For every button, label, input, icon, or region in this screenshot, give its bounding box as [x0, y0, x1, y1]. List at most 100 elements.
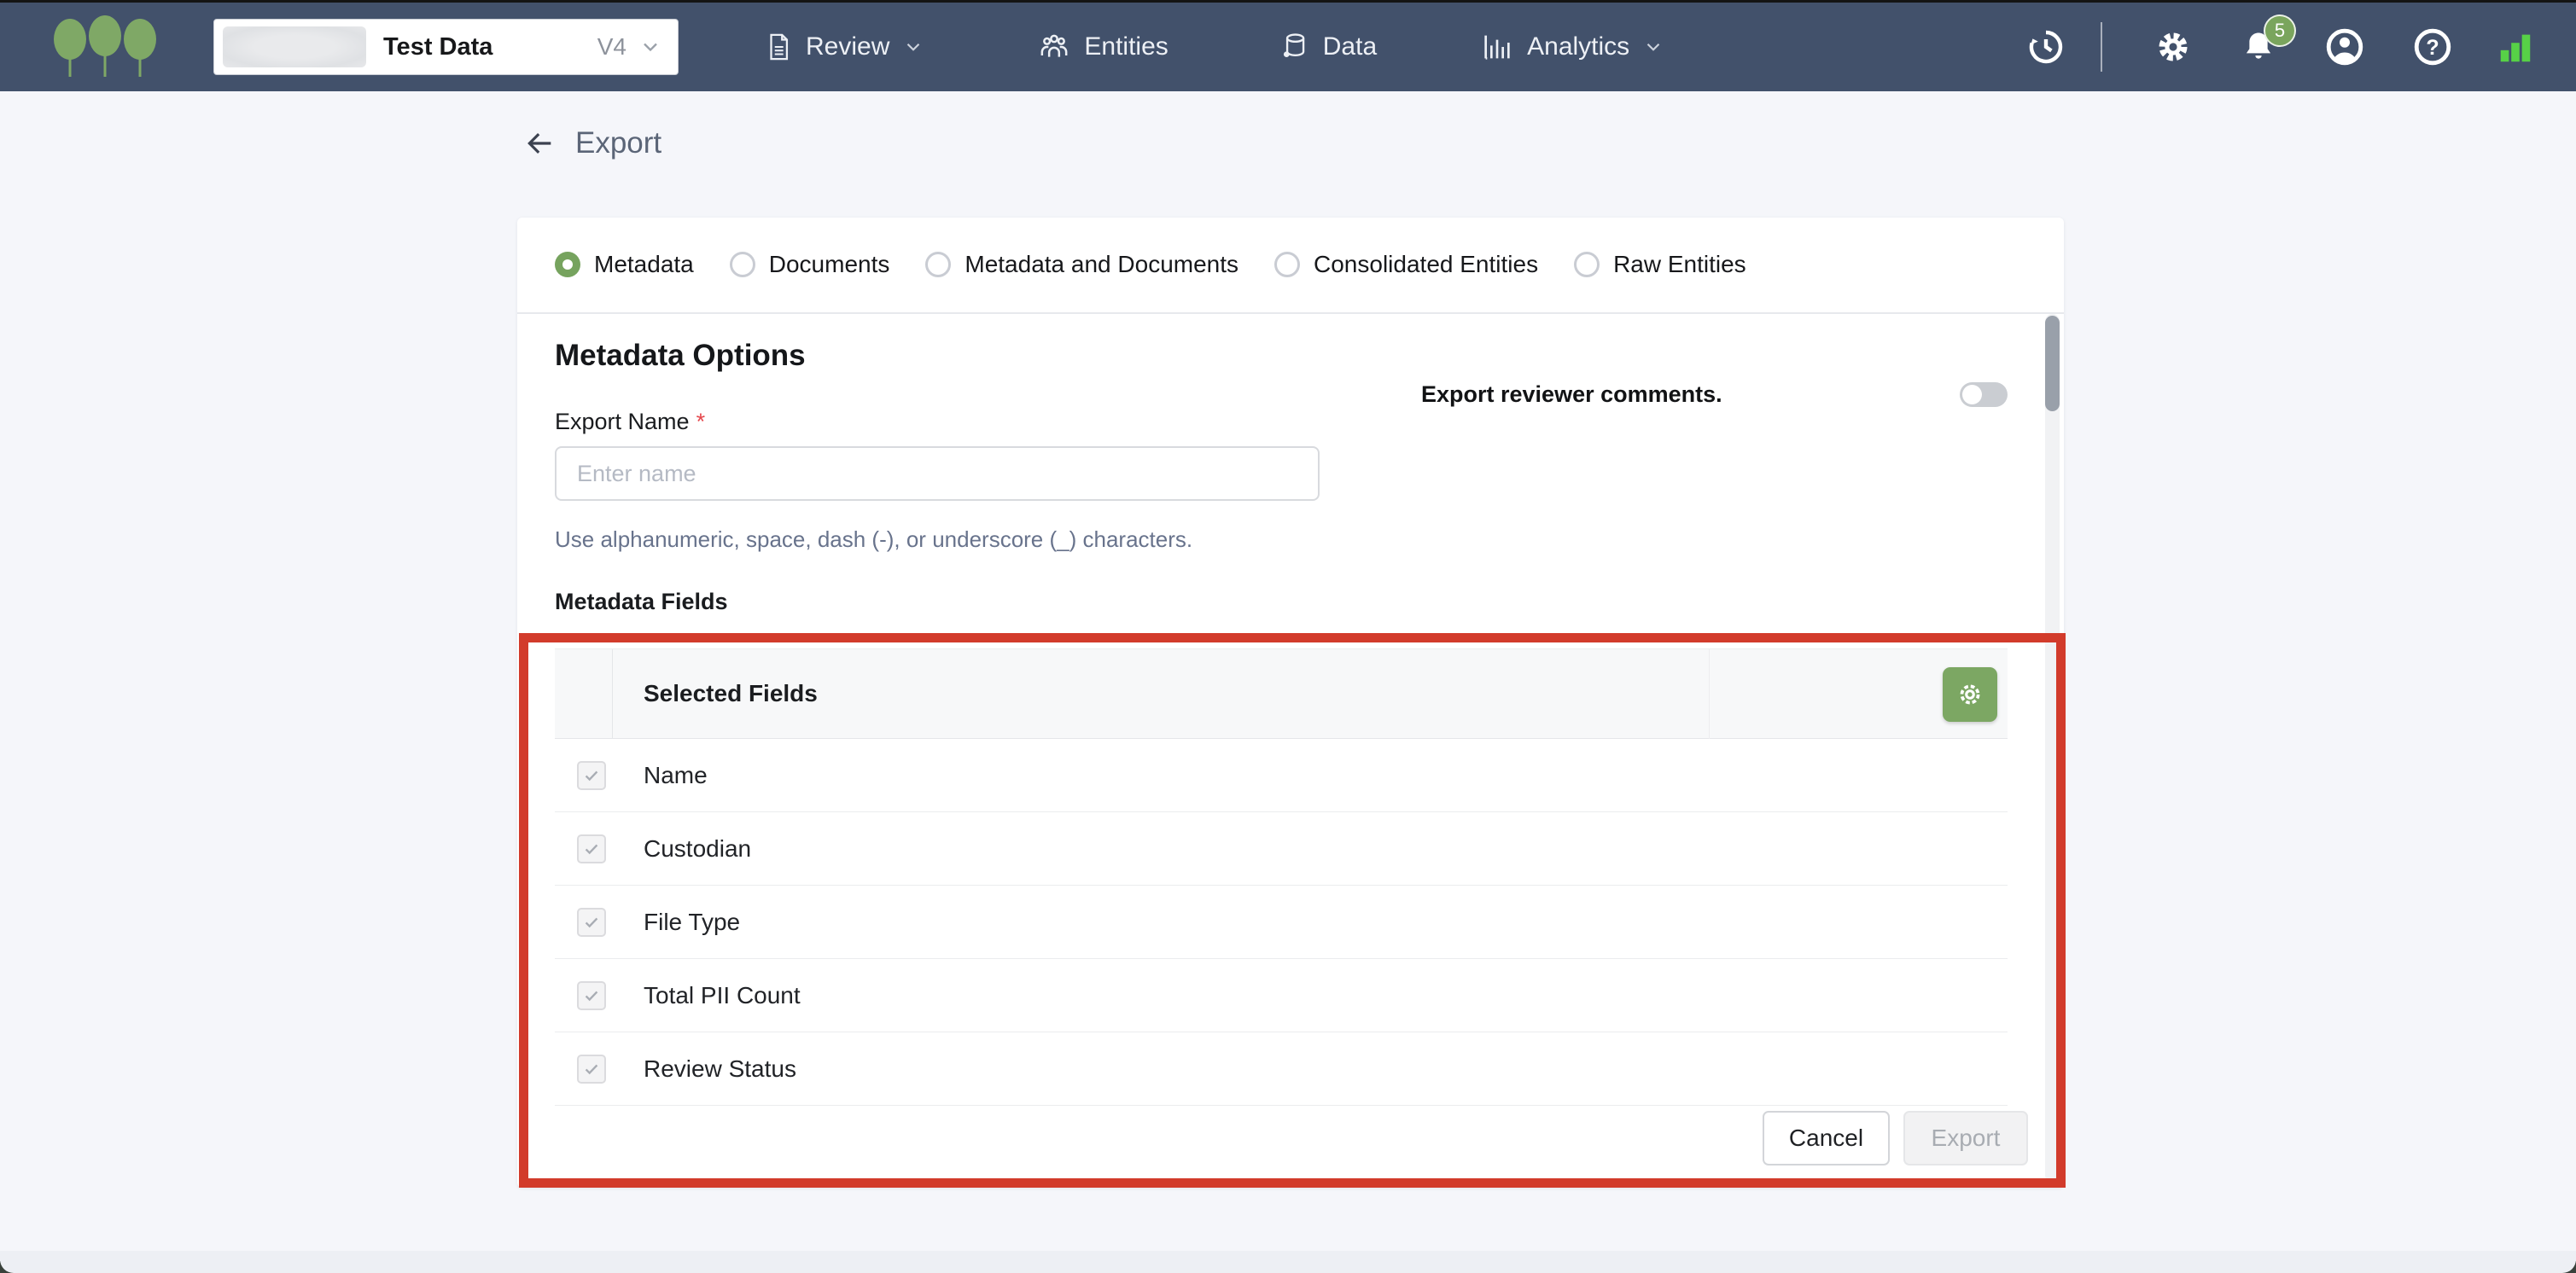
checkbox-checked-disabled — [577, 761, 606, 790]
checkbox-checked-disabled — [577, 908, 606, 937]
project-selector[interactable]: Test Data V4 — [213, 19, 679, 75]
people-group-icon — [1037, 30, 1071, 64]
history-button[interactable] — [2025, 26, 2066, 67]
help-button[interactable]: ? — [2412, 26, 2453, 67]
nav-item-analytics[interactable]: Analytics — [1480, 30, 1664, 64]
chevron-down-icon — [638, 35, 662, 59]
required-asterisk: * — [696, 409, 706, 434]
card-divider — [517, 312, 2064, 314]
signal-bars-icon — [2496, 27, 2535, 67]
nav-item-entities[interactable]: Entities — [1037, 30, 1168, 64]
gear-icon — [1955, 680, 1984, 709]
configure-fields-button[interactable] — [1943, 667, 1997, 722]
field-row-label: Name — [644, 762, 708, 789]
checkbox-checked-disabled — [577, 834, 606, 863]
radio-selected-icon — [555, 252, 580, 277]
svg-text:?: ? — [2426, 36, 2439, 60]
checkbox-checked-disabled — [577, 1055, 606, 1084]
nav-item-data[interactable]: Data — [1278, 30, 1377, 64]
page-header: Export — [522, 126, 661, 160]
cancel-button[interactable]: Cancel — [1763, 1111, 1890, 1165]
nav-item-review[interactable]: Review — [764, 30, 924, 64]
nav-label-analytics: Analytics — [1527, 32, 1629, 61]
card-scrollbar-track[interactable] — [2045, 314, 2060, 1183]
radio-label: Consolidated Entities — [1314, 251, 1538, 278]
radio-icon — [925, 252, 951, 277]
page-title: Export — [575, 126, 661, 160]
reviewer-comments-row: Export reviewer comments. — [1421, 381, 2008, 408]
export-name-input[interactable] — [555, 446, 1320, 501]
checkbox-checked-disabled — [577, 981, 606, 1010]
radio-metadata[interactable]: Metadata — [555, 251, 694, 278]
nav-label-data: Data — [1323, 32, 1377, 61]
status-button[interactable] — [2496, 27, 2535, 67]
check-icon — [582, 766, 601, 785]
radio-label: Metadata and Documents — [965, 251, 1238, 278]
fields-table-header: Selected Fields — [555, 648, 2008, 739]
field-row-name[interactable]: Name — [555, 739, 2008, 812]
export-button[interactable]: Export — [1903, 1111, 2028, 1165]
question-mark-icon: ? — [2412, 26, 2453, 67]
app-logo[interactable] — [51, 10, 159, 84]
history-clock-icon — [2025, 26, 2066, 67]
top-nav-bar: Test Data V4 Review Entities — [0, 3, 2576, 91]
database-icon — [1278, 30, 1310, 64]
back-arrow-icon[interactable] — [522, 126, 557, 160]
bar-chart-icon — [1480, 30, 1514, 64]
trees-logo-icon — [51, 10, 159, 84]
settings-button[interactable] — [2153, 27, 2193, 67]
account-button[interactable] — [2324, 26, 2365, 67]
radio-metadata-and-documents[interactable]: Metadata and Documents — [925, 251, 1238, 278]
notifications-button[interactable]: 5 — [2240, 28, 2277, 66]
check-icon — [582, 1060, 601, 1078]
radio-documents[interactable]: Documents — [730, 251, 890, 278]
reviewer-comments-toggle[interactable] — [1960, 382, 2008, 407]
radio-raw-entities[interactable]: Raw Entities — [1574, 251, 1746, 278]
chevron-down-icon — [1642, 36, 1664, 58]
export-card: Metadata Documents Metadata and Document… — [517, 218, 2064, 1188]
field-row-label: Review Status — [644, 1055, 796, 1083]
field-row-label: File Type — [644, 909, 740, 936]
redacted-logo — [223, 26, 366, 67]
field-row-file-type[interactable]: File Type — [555, 886, 2008, 959]
document-icon — [764, 30, 793, 64]
export-name-label-text: Export Name — [555, 409, 690, 434]
radio-icon — [730, 252, 755, 277]
metadata-fields-label: Metadata Fields — [555, 589, 728, 615]
metadata-options-heading: Metadata Options — [555, 339, 806, 373]
field-row-label: Custodian — [644, 835, 751, 863]
nav-right-icons: 5 ? — [2025, 22, 2535, 72]
selected-fields-header: Selected Fields — [644, 680, 818, 707]
card-scrollbar-thumb[interactable] — [2045, 316, 2060, 411]
field-row-review-status[interactable]: Review Status — [555, 1032, 2008, 1106]
window-bottom-band — [0, 1251, 2576, 1273]
radio-label: Metadata — [594, 251, 694, 278]
check-icon — [582, 986, 601, 1005]
user-icon — [2324, 26, 2365, 67]
export-name-label: Export Name* — [555, 409, 705, 435]
radio-consolidated-entities[interactable]: Consolidated Entities — [1274, 251, 1538, 278]
gear-icon — [2153, 27, 2193, 67]
check-icon — [582, 840, 601, 858]
project-name: Test Data — [383, 33, 492, 61]
toggle-knob — [1962, 385, 1982, 404]
radio-label: Documents — [769, 251, 890, 278]
nav-label-review: Review — [806, 32, 889, 61]
name-helper-text: Use alphanumeric, space, dash (-), or un… — [555, 526, 1192, 553]
radio-icon — [1274, 252, 1300, 277]
header-column-divider — [1709, 648, 1710, 739]
nav-divider — [2101, 22, 2102, 72]
field-row-custodian[interactable]: Custodian — [555, 812, 2008, 886]
export-type-radios: Metadata Documents Metadata and Document… — [555, 240, 1746, 289]
nav-label-entities: Entities — [1084, 32, 1168, 61]
project-version: V4 — [597, 33, 627, 61]
window-top-edge — [0, 0, 2576, 3]
field-row-label: Total PII Count — [644, 982, 801, 1009]
radio-label: Raw Entities — [1613, 251, 1746, 278]
notification-badge: 5 — [2264, 15, 2296, 47]
reviewer-comments-label: Export reviewer comments. — [1421, 381, 1722, 408]
field-row-total-pii-count[interactable]: Total PII Count — [555, 959, 2008, 1032]
checkbox-column-header — [555, 649, 613, 738]
radio-icon — [1574, 252, 1600, 277]
chevron-down-icon — [902, 36, 924, 58]
